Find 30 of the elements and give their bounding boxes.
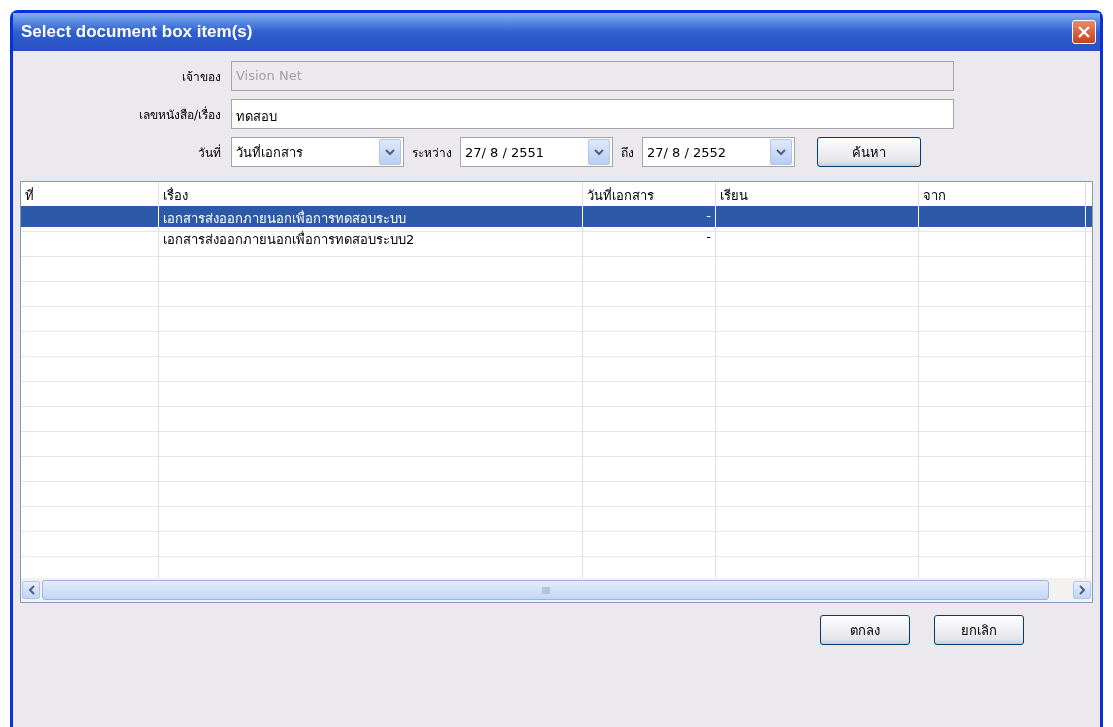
table-row[interactable]: เอกสารส่งออกภายนอกเพื่อการทดสอบระบบ - <box>21 206 1092 227</box>
grip-icon <box>541 586 550 594</box>
field-label: เลขหนังสือ/เรื่อง <box>137 105 222 124</box>
field-label: เจ้าของ <box>181 68 222 86</box>
to-date-picker[interactable]: 27/ 8 / 2552 <box>642 137 795 167</box>
from-date-picker[interactable]: 27/ 8 / 2551 <box>460 137 613 167</box>
between-label: ระหว่าง <box>412 144 452 162</box>
table-cell: เอกสารส่งออกภายนอกเพื่อการทดสอบระบบ <box>163 211 406 226</box>
to-label: ถึง <box>621 144 634 162</box>
field-label: วันที่ <box>197 143 222 162</box>
chevron-down-icon <box>594 148 604 156</box>
scroll-right-button[interactable] <box>1073 581 1091 599</box>
close-icon <box>1077 25 1091 39</box>
search-button[interactable]: ค้นหา <box>817 137 921 167</box>
window-title: Select document box item(s) <box>21 22 253 42</box>
chevron-down-icon <box>776 148 786 156</box>
date-type-dropdown[interactable]: วันที่เอกสาร <box>231 137 404 167</box>
scroll-left-button[interactable] <box>22 581 40 599</box>
chevron-left-icon <box>27 585 35 595</box>
table-cell: - <box>706 208 711 223</box>
chevron-right-icon <box>1078 585 1086 595</box>
chevron-down-icon <box>385 148 395 156</box>
cancel-button[interactable]: ยกเลิก <box>934 615 1024 645</box>
table-row[interactable]: เอกสารส่งออกภายนอกเพื่อการทดสอบระบบ2 - <box>21 227 1092 248</box>
close-button[interactable] <box>1072 20 1096 44</box>
table-cell: เอกสารส่งออกภายนอกเพื่อการทดสอบระบบ2 <box>163 232 415 247</box>
subject-field[interactable]: ทดสอบ <box>231 99 954 129</box>
scrollbar-thumb[interactable] <box>42 580 1049 600</box>
table-cell: - <box>706 229 711 244</box>
ok-button[interactable]: ตกลง <box>820 615 910 645</box>
